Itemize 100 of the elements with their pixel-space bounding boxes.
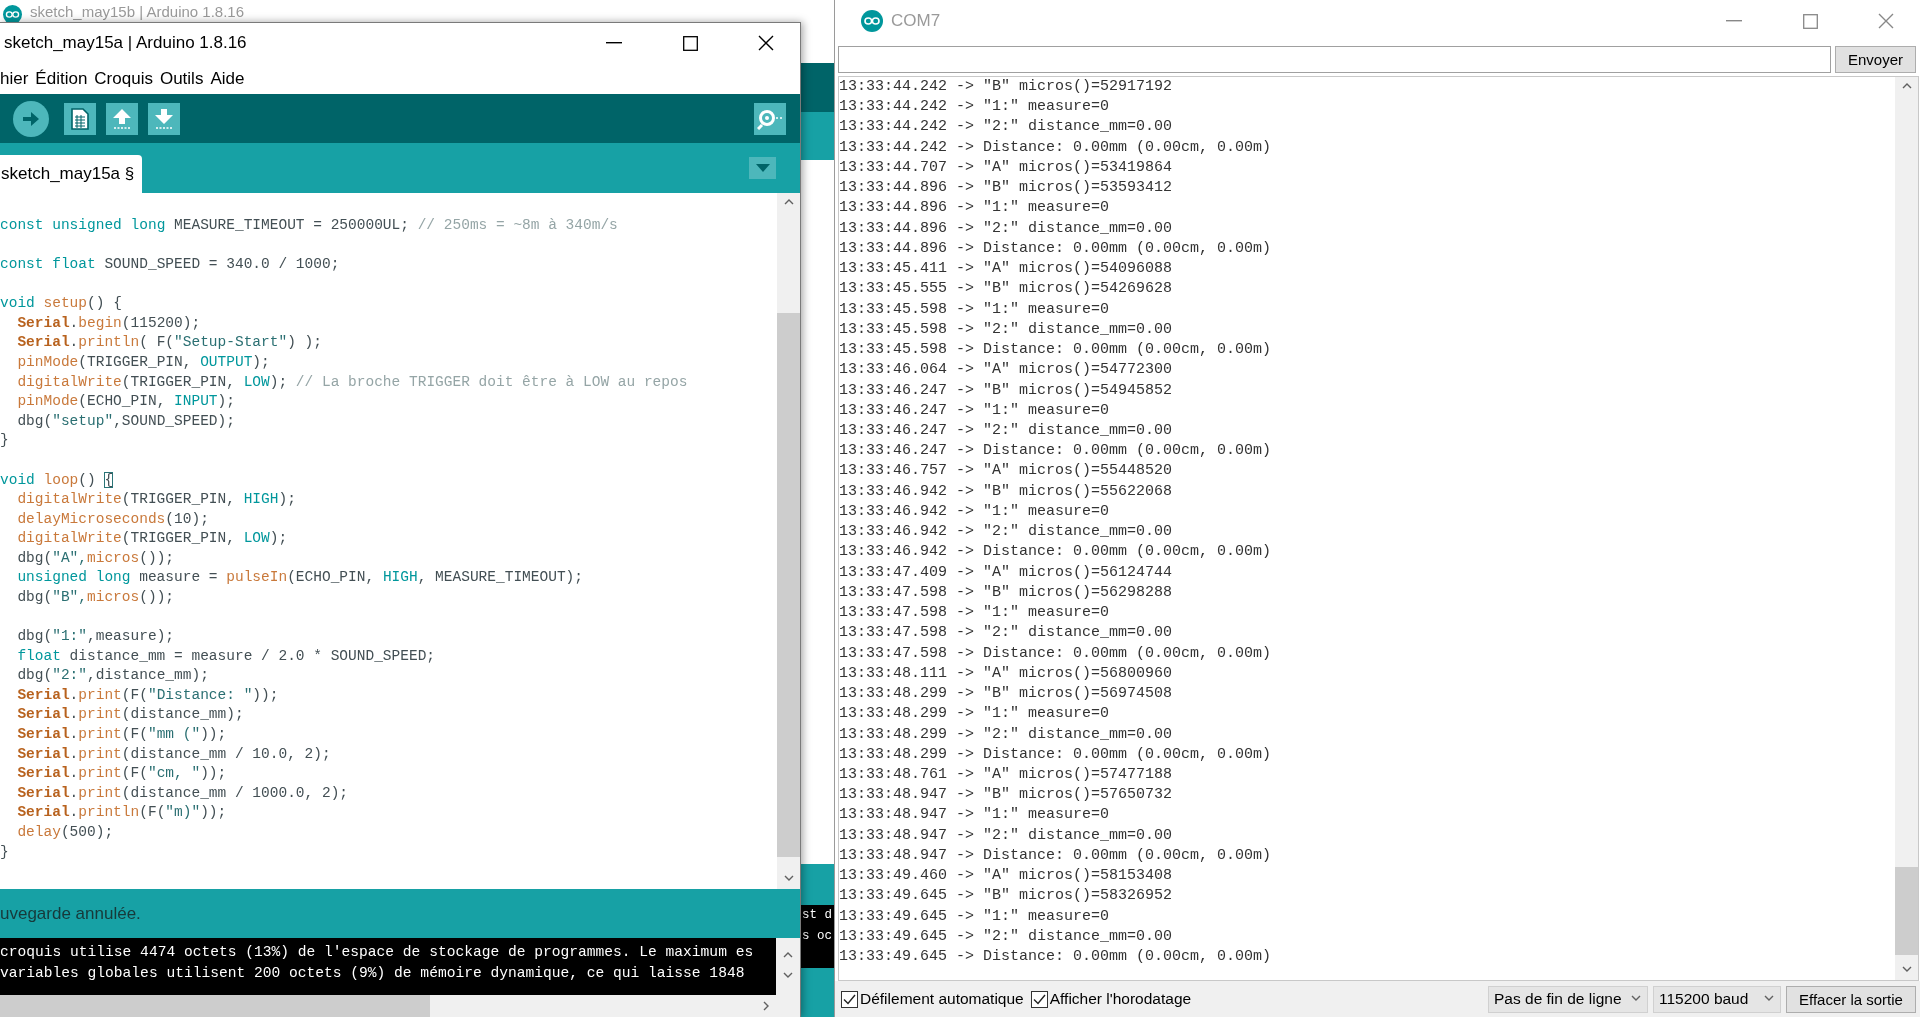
code-line: Serial.print(F("mm ("));: [17, 725, 227, 745]
arrow-down-icon: [154, 107, 174, 130]
code-line: dbg("A",micros());: [17, 548, 175, 568]
code-line: digitalWrite(TRIGGER_PIN, HIGH);: [17, 490, 296, 510]
code-line: Serial.print(distance_mm / 1000.0, 2);: [17, 783, 349, 803]
log-line: 13:33:49.645 -> "B" micros()=58326952: [839, 886, 1173, 907]
code-line: void loop() {: [0, 470, 114, 490]
console-line: variables globales utilisent 200 octets (9%) de mémoire dynamique, ce qui laisse 1848: [0, 963, 745, 983]
code-line: }: [0, 842, 9, 862]
code-line: void setup() {: [0, 294, 122, 314]
log-line: 13:33:48.947 -> Distance: 0.00mm (0.00cm, 0.00m): [839, 845, 1272, 866]
line-ending-dropdown[interactable]: Pas de fin de ligne: [1488, 985, 1648, 1013]
new-button[interactable]: [64, 102, 96, 135]
arduino-logo-icon: [861, 10, 883, 32]
log-line: 13:33:47.598 -> Distance: 0.00mm (0.00cm, 0.00m): [839, 643, 1272, 664]
log-line: 13:33:46.942 -> "1:" measure=0: [839, 501, 1110, 522]
scrollbar-thumb[interactable]: [777, 313, 800, 857]
code-line: Serial.println(F("m)"));: [17, 803, 227, 823]
log-line: 13:33:48.947 -> "1:" measure=0: [839, 805, 1110, 826]
log-line: 13:33:48.947 -> "2:" distance_mm=0.00: [839, 825, 1173, 846]
log-line: 13:33:44.896 -> "1:" measure=0: [839, 198, 1110, 219]
status-message: uvegarde annulée.: [0, 903, 141, 924]
minimize-icon: [606, 42, 622, 44]
window-title: COM7: [891, 11, 941, 31]
log-line: 13:33:46.247 -> "2:" distance_mm=0.00: [839, 421, 1173, 441]
open-button[interactable]: [106, 102, 138, 135]
code-line: Serial.print(F("Distance: "));: [17, 685, 279, 705]
serial-monitor-button[interactable]: [754, 102, 786, 135]
code-line: dbg("2:",distance_mm);: [17, 666, 209, 686]
log-line: 13:33:49.460 -> "A" micros()=58153408: [839, 866, 1173, 887]
code-line: float distance_mm = measure / 2.0 * SOUND_SPEED;: [17, 646, 436, 666]
save-button[interactable]: [148, 102, 180, 135]
code-line: pinMode(ECHO_PIN, INPUT);: [17, 392, 235, 412]
scrollbar-thumb[interactable]: [1895, 867, 1918, 955]
menu-item[interactable]: hier: [0, 68, 29, 89]
arrow-up-icon: [112, 107, 132, 130]
code-line: digitalWrite(TRIGGER_PIN, LOW); // La broche TRIGGER doit être à LOW au repos: [17, 372, 688, 392]
log-line: 13:33:49.645 -> Distance: 0.00mm (0.00cm, 0.00m): [839, 947, 1272, 968]
maximize-icon: [1802, 13, 1818, 29]
tab-menu-button[interactable]: [749, 157, 776, 179]
timestamp-checkbox[interactable]: Afficher l'horodatage: [1030, 990, 1192, 1008]
log-line: 13:33:45.598 -> "1:" measure=0: [839, 299, 1110, 320]
log-line: 13:33:44.242 -> "2:" distance_mm=0.00: [839, 117, 1173, 138]
baud-rate-dropdown[interactable]: 115200 baud: [1653, 985, 1781, 1013]
send-field[interactable]: [838, 45, 1831, 73]
code-line: Serial.print(F("cm, "));: [17, 764, 227, 784]
log-line: 13:33:48.299 -> Distance: 0.00mm (0.00cm, 0.00m): [839, 744, 1272, 765]
log-line: 13:33:46.064 -> "A" micros()=54772300: [839, 360, 1173, 381]
scrollbar-thumb[interactable]: [0, 995, 430, 1017]
minimize-icon: [1726, 20, 1742, 22]
console-line: st d: [802, 907, 832, 924]
log-line: 13:33:45.555 -> "B" micros()=54269628: [839, 279, 1173, 300]
menu-item[interactable]: Aide: [210, 68, 245, 89]
code-line: pinMode(TRIGGER_PIN, OUTPUT);: [17, 353, 270, 373]
log-line: 13:33:49.645 -> "2:" distance_mm=0.00: [839, 926, 1173, 947]
log-line: 13:33:48.761 -> "A" micros()=57477188: [839, 764, 1173, 785]
close-icon: [1878, 13, 1894, 29]
log-line: 13:33:45.598 -> Distance: 0.00mm (0.00cm, 0.00m): [839, 340, 1272, 361]
code-line: const unsigned long MEASURE_TIMEOUT = 250000UL; // 250ms = ~8m à 340m/s: [0, 216, 618, 235]
log-line: 13:33:46.942 -> Distance: 0.00mm (0.00cm, 0.00m): [839, 542, 1272, 563]
menu-item[interactable]: Édition: [35, 68, 88, 89]
code-line: dbg("setup",SOUND_SPEED);: [17, 411, 235, 431]
console-line: croquis utilise 4474 octets (13%) de l'espace de stockage de programmes. Le maximum es: [0, 943, 754, 962]
maximize-icon: [682, 35, 698, 51]
triangle-down-icon: [755, 164, 770, 172]
log-line: 13:33:45.598 -> "2:" distance_mm=0.00: [839, 319, 1173, 340]
scrollbar[interactable]: [776, 938, 800, 995]
log-line: 13:33:46.757 -> "A" micros()=55448520: [839, 461, 1173, 482]
scrollbar[interactable]: [0, 995, 800, 1017]
menu-item[interactable]: Outils: [159, 68, 204, 89]
menu-item[interactable]: Croquis: [94, 68, 153, 89]
scrollbar[interactable]: [1895, 77, 1918, 980]
code-line: Serial.print(distance_mm / 10.0, 2);: [17, 744, 331, 764]
log-line: 13:33:48.299 -> "1:" measure=0: [839, 704, 1110, 725]
log-line: 13:33:46.942 -> "2:" distance_mm=0.00: [839, 522, 1173, 543]
code-line: Serial.print(distance_mm);: [17, 705, 244, 725]
clear-output-button[interactable]: Effacer la sortie: [1786, 985, 1916, 1013]
close-icon: [758, 35, 774, 51]
editor-tab[interactable]: sketch_may15a §: [0, 155, 143, 193]
log-line: 13:33:46.247 -> "B" micros()=54945852: [839, 380, 1173, 401]
log-line: 13:33:46.942 -> "B" micros()=55622068: [839, 481, 1173, 502]
window-title: sketch_may15b | Arduino 1.8.16: [30, 3, 245, 20]
document-icon: [71, 107, 89, 130]
log-line: 13:33:44.707 -> "A" micros()=53419864: [839, 157, 1173, 178]
log-line: 13:33:44.896 -> "2:" distance_mm=0.00: [839, 218, 1173, 239]
log-line: 13:33:47.598 -> "B" micros()=56298288: [839, 582, 1173, 603]
magnifier-icon: [757, 107, 783, 130]
send-button[interactable]: Envoyer: [1835, 45, 1916, 73]
autoscroll-checkbox[interactable]: Défilement automatique: [841, 990, 1024, 1008]
upload-button[interactable]: [13, 100, 49, 137]
console-line: s oc: [802, 927, 832, 945]
code-line: }: [0, 431, 9, 451]
log-line: 13:33:44.896 -> "B" micros()=53593412: [839, 178, 1173, 199]
log-line: 13:33:48.299 -> "B" micros()=56974508: [839, 684, 1173, 705]
scrollbar[interactable]: [777, 193, 800, 889]
code-line: unsigned long measure = pulseIn(ECHO_PIN, HIGH, MEASURE_TIMEOUT);: [17, 568, 583, 588]
log-line: 13:33:44.242 -> Distance: 0.00mm (0.00cm, 0.00m): [839, 137, 1272, 158]
log-line: 13:33:48.299 -> "2:" distance_mm=0.00: [839, 724, 1173, 745]
code-line: delay(500);: [17, 822, 114, 842]
code-line: const float SOUND_SPEED = 340.0 / 1000;: [0, 255, 340, 275]
